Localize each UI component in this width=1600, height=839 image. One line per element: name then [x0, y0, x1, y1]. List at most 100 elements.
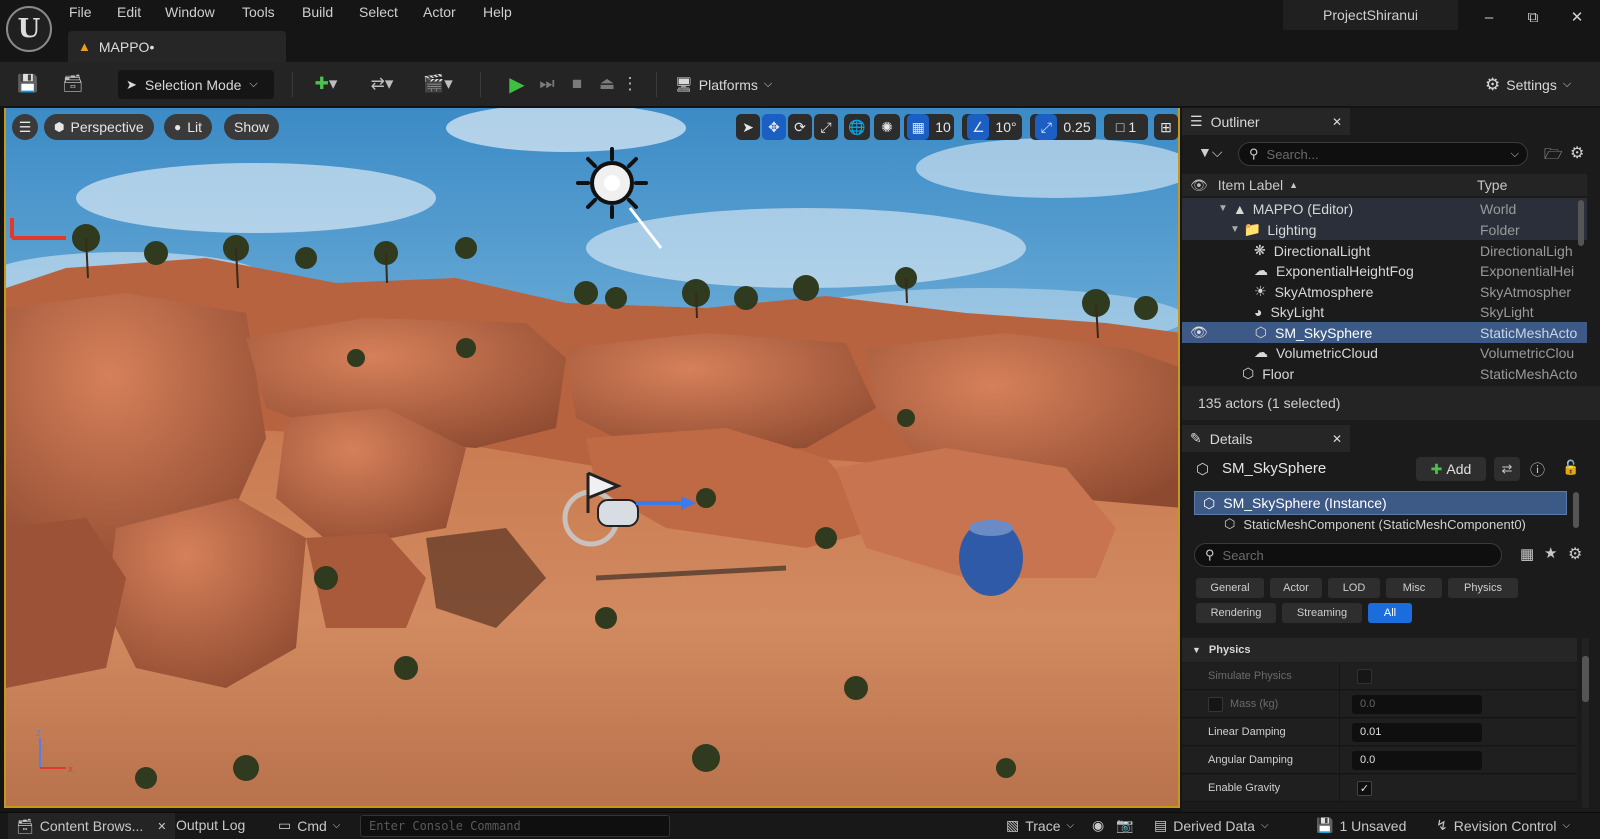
- blueprint-icon[interactable]: ⇄: [1494, 457, 1520, 481]
- translate-tool-icon[interactable]: ✥: [762, 114, 786, 140]
- blueprint-icon[interactable]: ⇄▾: [362, 70, 402, 98]
- close-icon[interactable]: ✕: [1332, 115, 1342, 129]
- show-button[interactable]: Show: [224, 114, 280, 140]
- outliner-search-input[interactable]: ⚲ Search... ⌵: [1238, 142, 1528, 166]
- level-viewport[interactable]: z x ☰ ⬢ Perspective ● Lit Show ➤ ✥ ⟳ ⤢ 🌐…: [4, 108, 1180, 808]
- outliner-row-fog[interactable]: ☁ ExponentialHeightFog ExponentialHei: [1182, 260, 1587, 281]
- details-search-input[interactable]: ⚲ Search: [1194, 543, 1502, 567]
- scale-tool-icon[interactable]: ⤢: [814, 114, 838, 140]
- selection-mode-dropdown[interactable]: ➤ Selection Mode ⌵: [118, 70, 274, 99]
- tab-outliner[interactable]: ☰ Outliner ✕: [1182, 108, 1350, 135]
- menu-edit[interactable]: Edit: [117, 4, 141, 20]
- outliner-scrollbar[interactable]: [1578, 200, 1584, 246]
- add-folder-icon[interactable]: 🗁: [1544, 144, 1563, 169]
- stop-icon[interactable]: ■: [564, 70, 590, 98]
- filter-general[interactable]: General: [1196, 578, 1264, 598]
- cinematics-icon[interactable]: 🎬▾: [418, 70, 458, 98]
- content-browser-icon[interactable]: 🗃: [58, 70, 88, 98]
- filter-physics[interactable]: Physics: [1448, 578, 1518, 598]
- revision-control-dropdown[interactable]: ↯ Revision Control ⌵: [1436, 817, 1570, 834]
- restore-icon[interactable]: ⧉: [1518, 4, 1548, 30]
- platforms-dropdown[interactable]: 🖥 Platforms ⌵: [675, 70, 772, 99]
- collapse-icon[interactable]: ▼: [1218, 203, 1228, 214]
- filter-rendering[interactable]: Rendering: [1196, 603, 1276, 623]
- world-space-icon[interactable]: 🌐: [844, 114, 870, 140]
- column-type[interactable]: Type: [1477, 177, 1507, 193]
- mass-input[interactable]: 0.0: [1352, 694, 1482, 714]
- close-icon[interactable]: ✕: [1562, 4, 1592, 30]
- outliner-row-skyatmosphere[interactable]: ☀ SkyAtmosphere SkyAtmospher: [1182, 281, 1587, 302]
- lit-button[interactable]: ● Lit: [164, 114, 213, 140]
- output-log-button[interactable]: Output Log: [176, 817, 245, 833]
- eject-icon[interactable]: ⏏: [594, 70, 620, 98]
- menu-file[interactable]: File: [69, 4, 92, 20]
- outliner-row-directionallight[interactable]: ❋ DirectionalLight DirectionalLigh: [1182, 240, 1587, 261]
- linear-damping-input[interactable]: 0.01: [1352, 722, 1482, 742]
- filter-misc[interactable]: Misc: [1386, 578, 1442, 598]
- scene-render[interactable]: z x: [6, 108, 1180, 808]
- viewport-menu-icon[interactable]: ☰: [12, 114, 38, 140]
- menu-build[interactable]: Build: [302, 4, 333, 20]
- save-icon[interactable]: 💾: [14, 70, 42, 98]
- filter-actor[interactable]: Actor: [1270, 578, 1322, 598]
- menu-actor[interactable]: Actor: [423, 4, 456, 20]
- filter-all[interactable]: All: [1368, 603, 1412, 623]
- tab-map[interactable]: ▲ MAPPO•: [68, 31, 286, 62]
- step-icon[interactable]: ⏭: [534, 70, 560, 98]
- console-input[interactable]: Enter Console Command: [360, 815, 670, 837]
- instance-row[interactable]: ⬡ SM_SkySphere (Instance): [1194, 491, 1567, 515]
- lock-icon[interactable]: 🔓: [1562, 459, 1579, 476]
- unreal-logo-icon[interactable]: U: [6, 6, 52, 52]
- outliner-row-skylight[interactable]: ◕ SkyLight SkyLight: [1182, 301, 1587, 322]
- close-icon[interactable]: ✕: [1332, 432, 1342, 446]
- scale-snap-button[interactable]: ⤢ 0.25: [1030, 114, 1096, 140]
- enable-gravity-checkbox[interactable]: ✓: [1357, 781, 1372, 796]
- outliner-row-lighting[interactable]: ▼ 📁 Lighting Folder: [1182, 219, 1587, 240]
- surface-snap-icon[interactable]: ✺: [874, 114, 900, 140]
- angular-damping-input[interactable]: 0.0: [1352, 750, 1482, 770]
- rotate-tool-icon[interactable]: ⟳: [788, 114, 812, 140]
- add-component-button[interactable]: ✚ Add: [1416, 457, 1486, 481]
- mass-override-checkbox[interactable]: [1208, 697, 1223, 712]
- tab-content-browser[interactable]: 🗃 Content Brows... ✕: [8, 813, 175, 839]
- unsaved-button[interactable]: 💾 1 Unsaved: [1316, 817, 1406, 834]
- outliner-row-world[interactable]: ▼ ▲ MAPPO (Editor) World: [1182, 198, 1587, 219]
- simulate-physics-checkbox[interactable]: [1357, 669, 1372, 684]
- gear-icon[interactable]: ⚙: [1570, 143, 1584, 163]
- filter-lod[interactable]: LOD: [1328, 578, 1380, 598]
- menu-tools[interactable]: Tools: [242, 4, 275, 20]
- outliner-row-sm-skysphere[interactable]: 👁 ⬡ SM_SkySphere StaticMeshActo: [1182, 322, 1587, 343]
- rotation-snap-button[interactable]: ∠ 10°: [962, 114, 1022, 140]
- menu-help[interactable]: Help: [483, 4, 512, 20]
- components-scrollbar[interactable]: [1573, 492, 1579, 528]
- eye-icon[interactable]: 👁: [1190, 324, 1208, 341]
- minimize-icon[interactable]: –: [1474, 4, 1504, 30]
- outliner-row-floor[interactable]: ⬡ Floor StaticMeshActo: [1182, 363, 1587, 384]
- table-view-icon[interactable]: ▦: [1520, 545, 1534, 563]
- help-icon[interactable]: ⓘ: [1530, 459, 1545, 480]
- more-options-icon[interactable]: ⋮: [622, 70, 639, 98]
- camera-speed-button[interactable]: □ 1: [1104, 114, 1148, 140]
- component-row[interactable]: ⬡ StaticMeshComponent (StaticMeshCompone…: [1224, 517, 1569, 531]
- tab-details[interactable]: ✎ Details ✕: [1182, 425, 1350, 452]
- outliner-row-volumetriccloud[interactable]: ☁ VolumetricCloud VolumetricClou: [1182, 342, 1587, 363]
- maximize-viewport-icon[interactable]: ⊞: [1154, 114, 1178, 140]
- filter-icon[interactable]: ▼⌵: [1198, 144, 1222, 161]
- select-tool-icon[interactable]: ➤: [736, 114, 760, 140]
- column-item-label[interactable]: Item Label: [1218, 177, 1283, 193]
- record-icon[interactable]: ◉: [1092, 817, 1104, 834]
- add-actor-icon[interactable]: ✚ ▾: [306, 70, 346, 98]
- settings-dropdown[interactable]: ⚙ Settings ⌵: [1485, 70, 1571, 99]
- cmd-dropdown[interactable]: ▭ Cmd ⌵: [278, 817, 340, 834]
- grid-snap-button[interactable]: ▦ 10: [904, 114, 954, 140]
- collapse-icon[interactable]: ▼: [1230, 224, 1240, 235]
- menu-window[interactable]: Window: [165, 4, 215, 20]
- details-scrollbar[interactable]: [1582, 656, 1589, 702]
- trace-dropdown[interactable]: ▧ Trace ⌵: [1006, 817, 1074, 834]
- menu-select[interactable]: Select: [359, 4, 398, 20]
- physics-section-header[interactable]: ▼ Physics: [1182, 638, 1577, 662]
- close-icon[interactable]: ✕: [157, 820, 166, 833]
- gear-icon[interactable]: ⚙: [1568, 544, 1582, 564]
- derived-data-dropdown[interactable]: ▤ Derived Data ⌵: [1154, 817, 1269, 834]
- perspective-button[interactable]: ⬢ Perspective: [44, 114, 154, 140]
